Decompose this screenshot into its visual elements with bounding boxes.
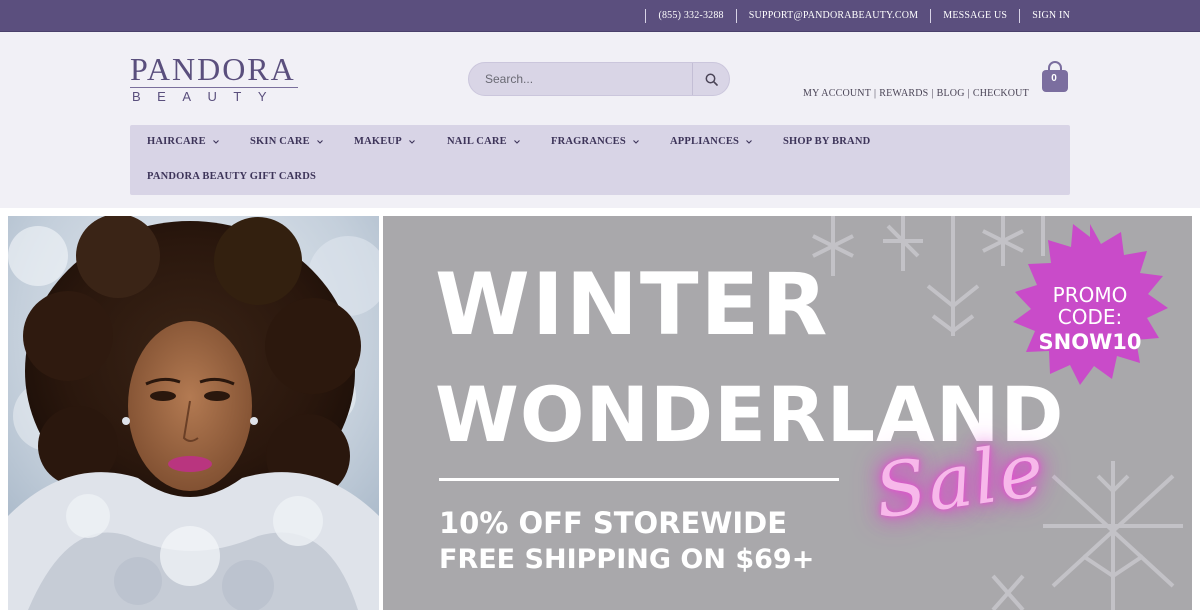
promo-label: PROMO (1052, 283, 1128, 307)
nav-label: MAKEUP (354, 136, 402, 147)
separator: | (967, 88, 970, 99)
support-email-link[interactable]: SUPPORT@PANDORABEAUTY.COM (735, 8, 930, 23)
cart-count: 0 (1051, 73, 1057, 84)
account-links: MY ACCOUNT | REWARDS | BLOG | CHECKOUT (803, 88, 1029, 99)
chevron-down-icon (633, 139, 639, 144)
sign-in-link[interactable]: SIGN IN (1019, 8, 1082, 23)
chevron-down-icon (746, 139, 752, 144)
my-account-link[interactable]: MY ACCOUNT (803, 88, 871, 99)
hero-portrait-image[interactable] (8, 216, 379, 610)
search-icon (705, 73, 718, 86)
nav-label: FRAGRANCES (551, 136, 626, 147)
nav-gift-cards[interactable]: PANDORA BEAUTY GIFT CARDS (147, 171, 316, 182)
site-logo[interactable]: PANDORA BEAUTY (130, 52, 300, 104)
nav-makeup[interactable]: MAKEUP (354, 136, 416, 147)
nav-label: NAIL CARE (447, 136, 507, 147)
site-header: PANDORA BEAUTY MY ACCOUNT|REWARDS|BLOG|C… (0, 32, 1200, 208)
top-utility-bar: (855) 332-3288 SUPPORT@PANDORABEAUTY.COM… (0, 0, 1200, 32)
nav-nail-care[interactable]: NAIL CARE (447, 136, 521, 147)
nav-label: PANDORA BEAUTY GIFT CARDS (147, 171, 317, 182)
banner-divider (439, 478, 839, 481)
offer-free-shipping: FREE SHIPPING ON $69+ (439, 544, 815, 575)
separator: | (931, 88, 934, 99)
nav-label: APPLIANCES (670, 136, 740, 147)
nav-skin-care[interactable]: SKIN CARE (250, 136, 324, 147)
nav-haircare[interactable]: HAIRCARE (147, 136, 220, 147)
winter-sale-banner[interactable]: PROMO CODE: SNOW10 WINTER WONDERLAND Sal… (383, 216, 1192, 610)
offer-discount: 10% OFF STOREWIDE (439, 506, 787, 540)
blog-link[interactable]: BLOG (937, 88, 965, 99)
utility-links: (855) 332-3288 SUPPORT@PANDORABEAUTY.COM… (645, 0, 1082, 31)
promo-code-value: SNOW10 (1038, 330, 1142, 354)
logo-subtitle: BEAUTY (132, 89, 284, 104)
chevron-down-icon (316, 139, 323, 144)
chevron-down-icon (212, 139, 219, 144)
search-button[interactable] (692, 63, 729, 95)
chevron-down-icon (408, 139, 415, 144)
rewards-link[interactable]: REWARDS (879, 88, 928, 99)
chevron-down-icon (513, 139, 520, 144)
main-navigation: HAIRCARE SKIN CARE MAKEUP NAIL CARE FRAG… (130, 125, 1070, 195)
separator: | (874, 88, 877, 99)
logo-divider (130, 87, 298, 88)
nav-fragrances[interactable]: FRAGRANCES (551, 136, 640, 147)
message-us-link[interactable]: MESSAGE US (930, 8, 1019, 23)
cart-button[interactable]: 0 (1040, 60, 1070, 94)
phone-link[interactable]: (855) 332-3288 (645, 8, 735, 23)
banner-title-line1: WINTER (435, 255, 830, 355)
nav-label: SHOP BY BRAND (783, 136, 871, 147)
logo-wordmark: PANDORA (130, 51, 296, 87)
search-input[interactable] (469, 63, 693, 95)
checkout-link[interactable]: CHECKOUT (973, 88, 1029, 99)
search-bar (468, 62, 730, 96)
nav-shop-by-brand[interactable]: SHOP BY BRAND (783, 136, 870, 147)
nav-appliances[interactable]: APPLIANCES (670, 136, 753, 147)
nav-label: HAIRCARE (147, 136, 206, 147)
promo-code-label: CODE: (1057, 305, 1123, 329)
winter-portrait-illustration (8, 216, 379, 610)
nav-label: SKIN CARE (250, 136, 310, 147)
